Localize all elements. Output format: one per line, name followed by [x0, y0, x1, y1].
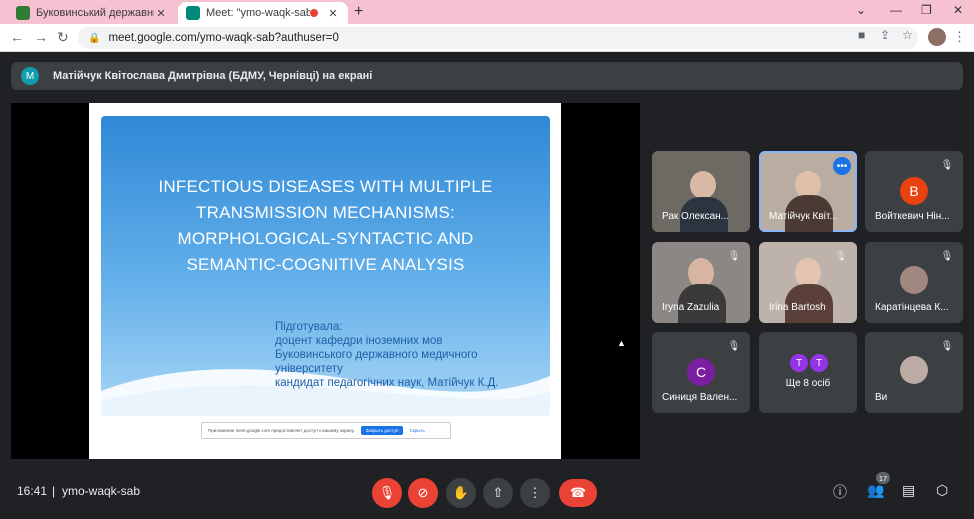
- participant-name: Ви: [875, 392, 888, 403]
- meeting-time: 16:41: [17, 484, 48, 498]
- mic-off-icon: 🎙: [727, 340, 741, 352]
- meet-favicon-icon: [186, 6, 200, 20]
- more-options-button[interactable]: ⋮: [520, 478, 550, 508]
- presenter-bar: M Матійчук Квітослава Дмитрівна (БДМУ, Ч…: [11, 62, 963, 90]
- tab-university[interactable]: Буковинський державний мед ✕: [8, 2, 176, 24]
- slide-title: INFECTIOUS DISEASES WITH MULTIPLE TRANSM…: [101, 174, 550, 278]
- forward-icon[interactable]: →: [34, 29, 48, 45]
- share-notice-text: Приложение meet.google.com предоставляет…: [208, 428, 355, 433]
- participant-tile[interactable]: 🎙 C Синиця Вален...: [652, 332, 750, 413]
- mic-off-icon: 🎙: [940, 159, 954, 171]
- participant-video: [690, 171, 716, 199]
- share-icon[interactable]: ⇪: [880, 28, 890, 42]
- mic-off-icon: 🎙: [727, 250, 741, 262]
- profile-avatar[interactable]: [928, 28, 946, 46]
- participant-name: Матійчук Квіт...: [769, 211, 838, 222]
- slide-body-line: доцент кафедри іноземних мов: [275, 335, 443, 347]
- university-favicon-icon: [16, 6, 30, 20]
- recording-icon: [310, 9, 318, 17]
- slide-body-line: Буковинського державного медичного: [275, 349, 478, 361]
- participant-name: Войткевич Нін...: [875, 211, 950, 222]
- meeting-info-icon[interactable]: ⓘ: [833, 482, 847, 502]
- slide-body-line: кандидат педагогічних наук, Матійчук К.Д…: [275, 377, 499, 389]
- participant-name: Каратінцева К...: [875, 302, 949, 313]
- restore-icon[interactable]: ❐: [921, 3, 932, 17]
- slide-title-line: INFECTIOUS DISEASES WITH MULTIPLE: [158, 177, 493, 196]
- mouse-cursor-icon: ▲: [617, 338, 626, 348]
- participant-tile[interactable]: 🎙 Irina Bartosh: [759, 242, 857, 323]
- chat-icon[interactable]: ▤: [902, 482, 915, 499]
- address-bar: ← → ↻ 🔒 meet.google.com/ymo-waqk-sab?aut…: [0, 24, 974, 52]
- meeting-code: ymo-waqk-sab: [62, 484, 141, 498]
- presenter-label: Матійчук Квітослава Дмитрівна (БДМУ, Чер…: [53, 70, 373, 82]
- more-participants-tile[interactable]: T T Ще 8 осіб: [759, 332, 857, 413]
- back-icon[interactable]: ←: [10, 29, 24, 45]
- slide-body-line: Підготувала:: [275, 321, 343, 333]
- participant-tile[interactable]: 🎙 Каратінцева К...: [865, 242, 963, 323]
- participant-name: Синиця Вален...: [662, 392, 738, 403]
- people-count-badge: 17: [876, 472, 890, 484]
- people-icon[interactable]: 👥: [867, 482, 884, 499]
- tab-title: Meet: "ymo-waqk-sab": [206, 7, 310, 19]
- participant-tile[interactable]: Рак Олексан...: [652, 151, 750, 232]
- participant-tile[interactable]: 🎙 Iryna Zazulia: [652, 242, 750, 323]
- lock-icon: 🔒: [88, 32, 101, 44]
- tab-search-icon[interactable]: ⌄: [856, 3, 866, 17]
- stop-sharing-button[interactable]: Закрыть доступ: [360, 426, 404, 435]
- hide-notice-button[interactable]: Скрыть: [409, 428, 424, 433]
- participant-name: Рак Олексан...: [662, 211, 730, 222]
- mic-off-icon: 🎙: [940, 340, 954, 352]
- shared-screen[interactable]: INFECTIOUS DISEASES WITH MULTIPLE TRANSM…: [11, 103, 640, 459]
- time-separator: |: [52, 484, 56, 498]
- reload-icon[interactable]: ↻: [57, 29, 69, 46]
- participant-mini-avatar: T: [790, 354, 808, 372]
- participant-avatar: [900, 266, 928, 294]
- tab-meet[interactable]: Meet: "ymo-waqk-sab" ✕: [178, 2, 348, 24]
- participant-avatar: B: [900, 177, 928, 205]
- new-tab-icon[interactable]: +: [354, 3, 363, 21]
- slide-title-line: SEMANTIC-COGNITIVE ANALYSIS: [186, 255, 465, 274]
- slide-title-line: TRANSMISSION MECHANISMS:: [196, 203, 455, 222]
- presentation-slide: INFECTIOUS DISEASES WITH MULTIPLE TRANSM…: [89, 103, 561, 459]
- participant-name: Iryna Zazulia: [662, 302, 720, 313]
- presenter-avatar: M: [21, 67, 39, 85]
- window-close-icon[interactable]: ✕: [953, 3, 963, 17]
- bookmark-star-icon[interactable]: ☆: [902, 28, 913, 42]
- raise-hand-button[interactable]: ✋: [446, 478, 476, 508]
- mic-off-icon: 🎙: [834, 250, 848, 262]
- camera-off-button[interactable]: ⊘: [408, 478, 438, 508]
- url-field[interactable]: 🔒 meet.google.com/ymo-waqk-sab?authuser=…: [78, 27, 918, 49]
- more-options-icon[interactable]: •••: [833, 157, 851, 175]
- browser-menu-icon[interactable]: ⋮: [953, 29, 966, 45]
- meeting-controls-bar: 16:41 | ymo-waqk-sab 🎙 ⊘ ✋ ⇧ ⋮ ☎ ⓘ 👥 17 …: [0, 468, 974, 519]
- minimize-icon[interactable]: —: [890, 3, 902, 17]
- tab-title: Буковинський державний мед: [36, 7, 154, 19]
- screen-share-notice: Приложение meet.google.com предоставляет…: [201, 422, 451, 439]
- mic-off-button[interactable]: 🎙: [372, 478, 402, 508]
- participant-tile[interactable]: 🎙 B Войткевич Нін...: [865, 151, 963, 232]
- present-screen-button[interactable]: ⇧: [483, 478, 513, 508]
- browser-tab-strip: Буковинський державний мед ✕ Meet: "ymo-…: [0, 0, 974, 24]
- participant-mini-avatar: T: [810, 354, 828, 372]
- participant-avatar: C: [687, 358, 715, 386]
- self-avatar: [900, 356, 928, 384]
- close-icon[interactable]: ✕: [326, 7, 340, 20]
- leave-call-button[interactable]: ☎: [559, 479, 597, 507]
- slide-body-line: університету: [275, 363, 343, 375]
- participant-tile-active[interactable]: ••• Матійчук Квіт...: [759, 151, 857, 232]
- mic-off-icon: 🎙: [940, 250, 954, 262]
- slide-title-line: MORPHOLOGICAL-SYNTACTIC AND: [177, 229, 474, 248]
- slide-author-block: Підготувала: доцент кафедри іноземних мо…: [275, 320, 499, 390]
- url-text: meet.google.com/ymo-waqk-sab?authuser=0: [108, 32, 339, 44]
- participant-name: Irina Bartosh: [769, 302, 826, 313]
- camera-icon[interactable]: ■: [858, 28, 865, 42]
- close-icon[interactable]: ✕: [154, 7, 168, 20]
- more-participants-label: Ще 8 осіб: [785, 378, 831, 389]
- activities-icon[interactable]: ⬡: [936, 482, 948, 499]
- self-tile[interactable]: 🎙 Ви: [865, 332, 963, 413]
